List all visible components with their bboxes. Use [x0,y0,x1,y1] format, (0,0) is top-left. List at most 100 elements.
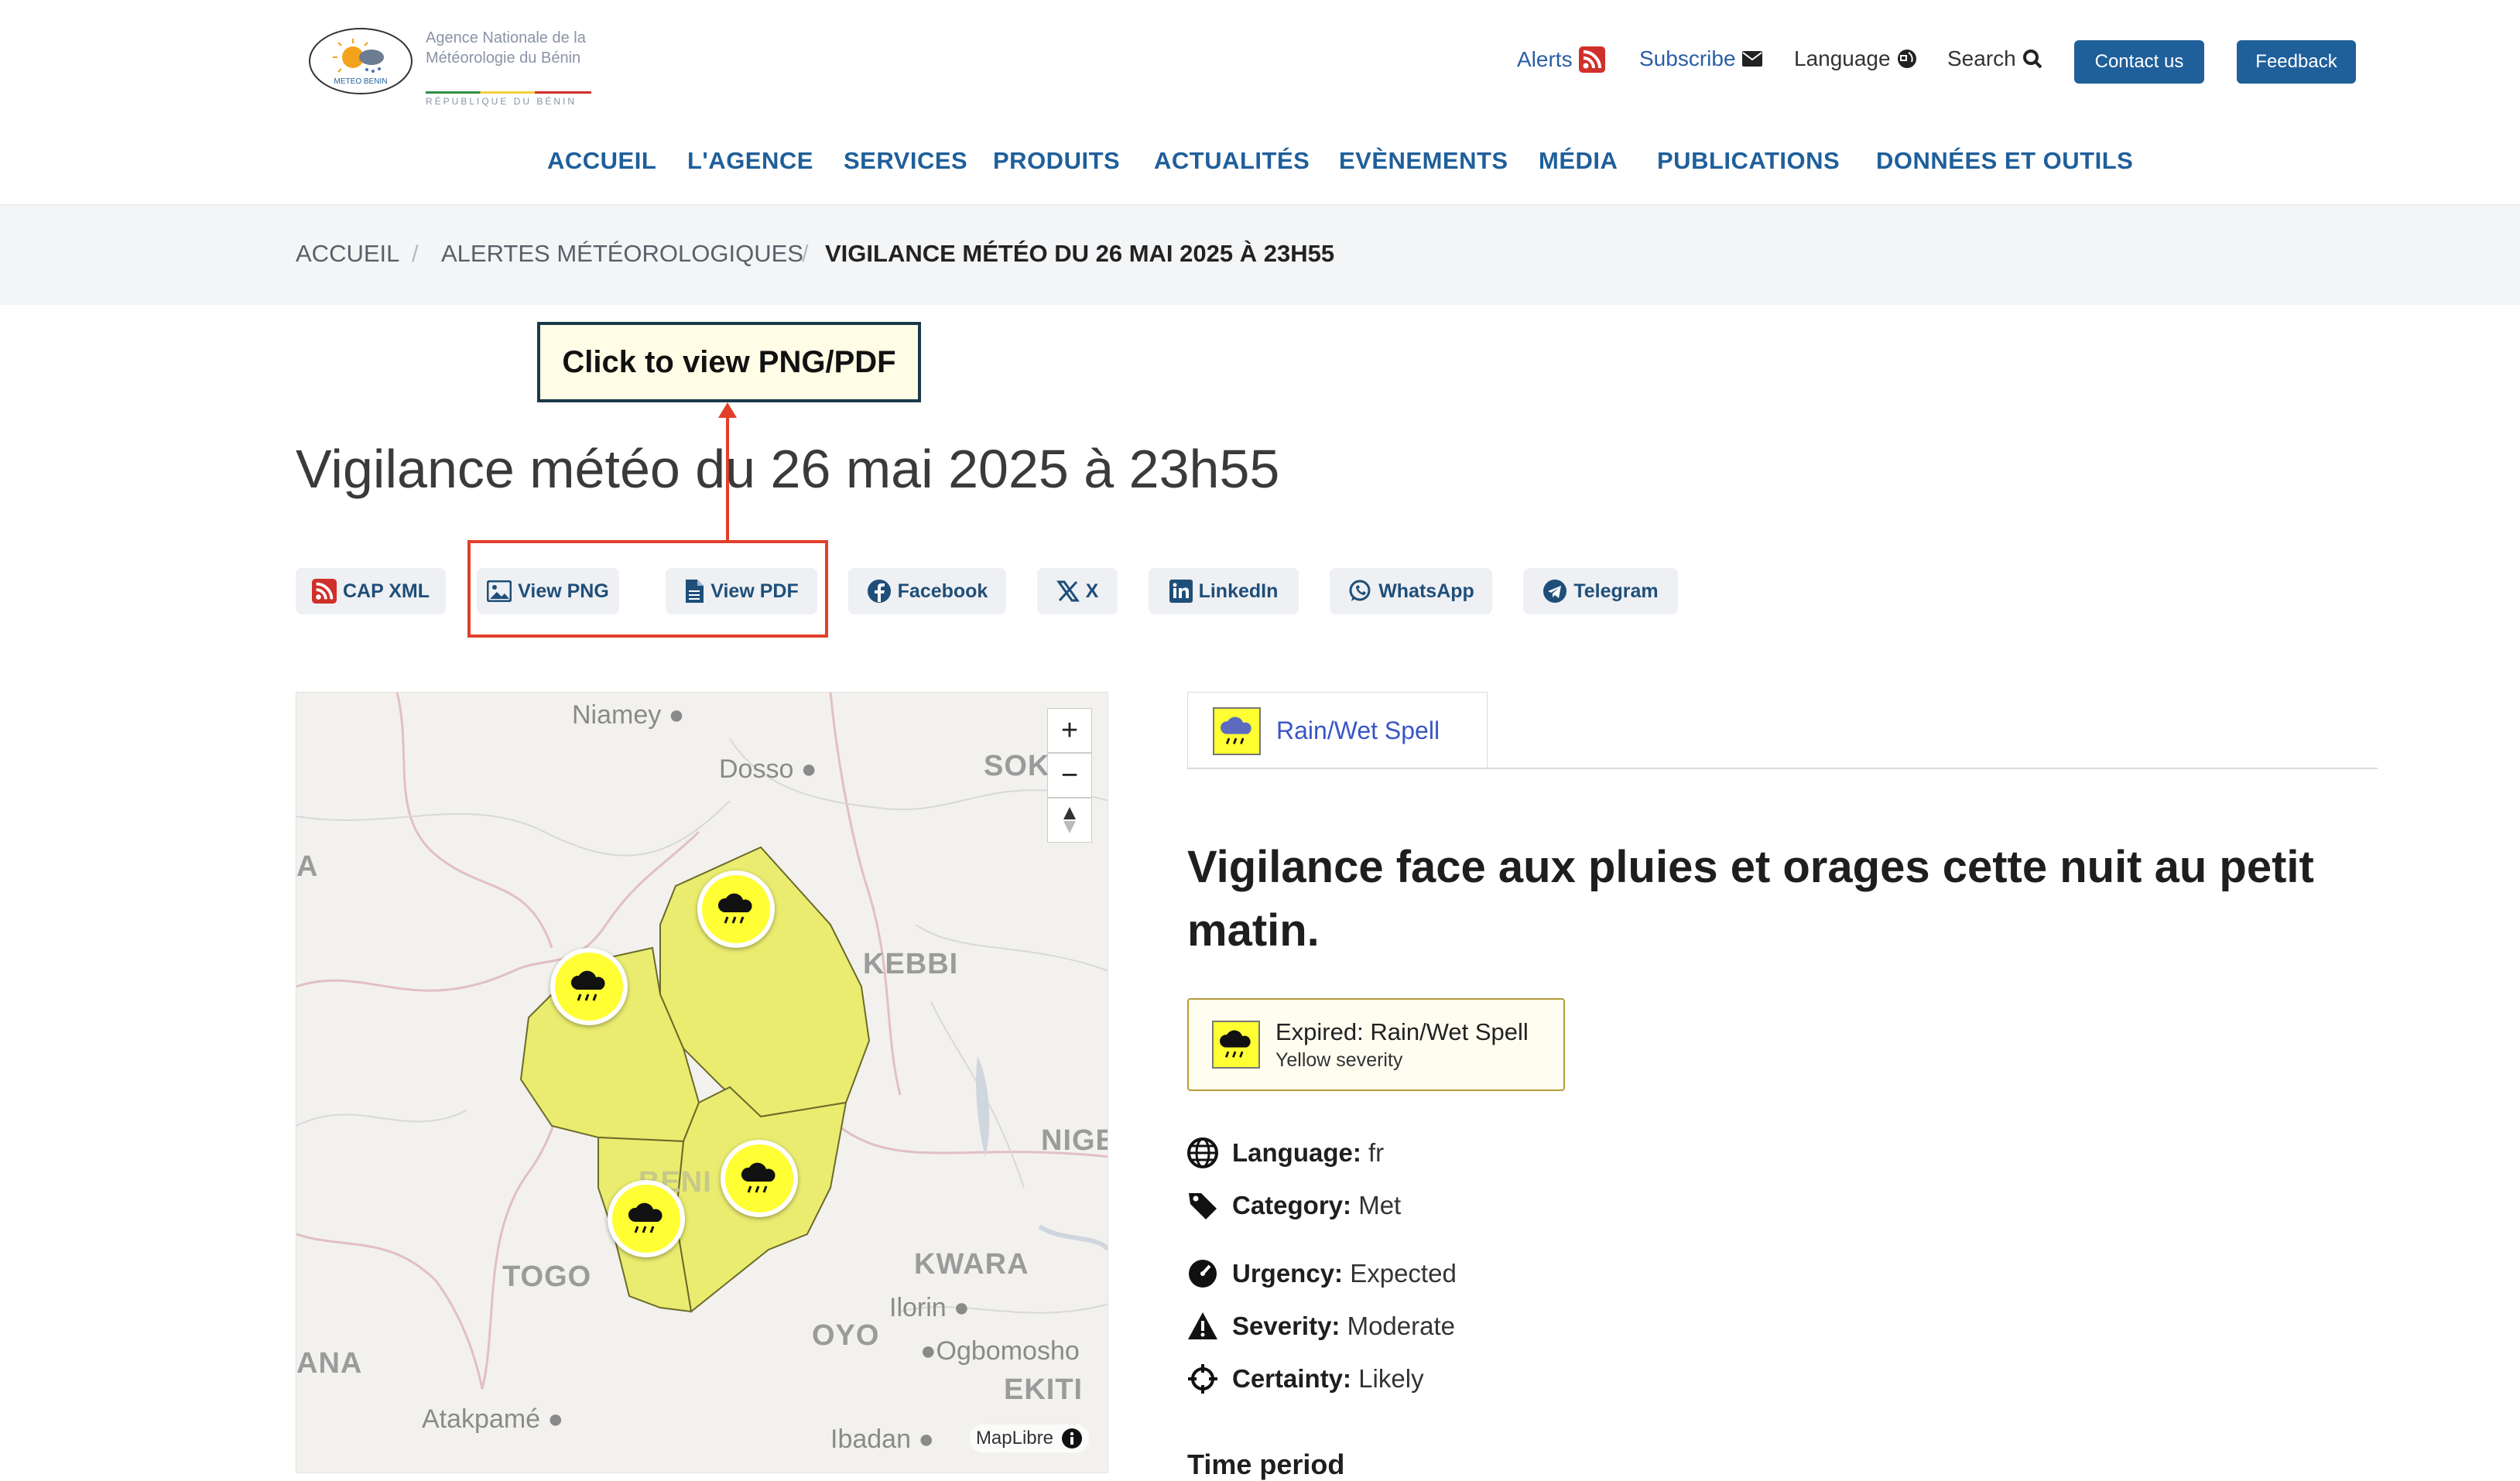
map-label-niger: NIGE [1041,1124,1108,1157]
facebook-icon [867,580,891,603]
telegram-share-button[interactable]: Telegram [1523,568,1678,614]
rss-feed-icon [1578,46,1605,73]
x-logo-icon [1056,580,1080,602]
site-logo[interactable]: METEO BENIN Agence Nationale de la Météo… [303,26,597,107]
tag-icon [1189,1193,1217,1219]
alert-marker[interactable] [550,948,628,1025]
whatsapp-icon [1349,580,1371,601]
property-certainty: Certainty: Likely [1187,1363,1424,1394]
breadcrumb-separator: / [802,240,809,267]
org-name: Agence Nationale de la Météorologie du B… [426,28,596,68]
view-png-button[interactable]: View PNG [477,568,619,614]
map-label-oyo: OYO [812,1319,880,1352]
nav-services[interactable]: SERVICES [844,147,967,175]
cap-xml-label: CAP XML [342,580,430,602]
view-pdf-button[interactable]: View PDF [666,568,817,614]
subscribe-link[interactable]: Subscribe [1639,46,1762,71]
linkedin-label: LinkedIn [1198,580,1279,602]
nav-evenements[interactable]: EVÈNEMENTS [1339,147,1508,175]
map-label-kwara: KWARA [914,1248,1029,1281]
tab-rain-wet-spell[interactable]: Rain/Wet Spell [1187,692,1488,769]
file-icon [686,580,704,603]
nav-media[interactable]: MÉDIA [1539,147,1618,175]
map-label-ogbomosho: ●Ogbomosho [920,1336,1080,1366]
zoom-out-button[interactable]: − [1047,753,1092,798]
telegram-icon [1543,580,1567,603]
rain-cloud-icon [570,970,605,1001]
whatsapp-share-button[interactable]: WhatsApp [1330,568,1492,614]
view-png-pdf-callout: Click to view PNG/PDF [537,322,921,402]
map-label-ibadan: Ibadan ● [830,1425,934,1454]
feedback-button[interactable]: Feedback [2237,40,2356,84]
zoom-in-button[interactable]: + [1047,708,1092,753]
nav-agence[interactable]: L'AGENCE [687,147,813,175]
language-link-label: Language [1794,46,1891,70]
search-link[interactable]: Search [1947,46,2042,71]
map-label-togo: TOGO [502,1260,592,1293]
breadcrumb-separator: / [412,240,419,267]
facebook-share-button[interactable]: Facebook [848,568,1006,614]
nav-actualites[interactable]: ACTUALITÉS [1154,147,1310,175]
republic-label: RÉPUBLIQUE DU BÉNIN [426,96,577,107]
map-label-kebbi: KEBBI [863,948,959,980]
alert-headline: Vigilance face aux pluies et orages cett… [1187,842,2314,956]
x-share-button[interactable]: X [1037,568,1118,614]
compass-icon [1063,807,1076,833]
globe-icon [1897,50,1916,68]
org-name-line1: Agence Nationale de la [426,29,586,46]
map-label-ana: ANA [296,1347,363,1380]
breadcrumb-home[interactable]: ACCUEIL [296,240,399,268]
map-attribution[interactable]: MapLibre [969,1425,1089,1452]
map-label-ilorin: Ilorin ● [889,1293,970,1322]
info-icon [1062,1428,1082,1449]
page-title: Vigilance météo du 26 mai 2025 à 23h55 [296,439,1280,499]
x-label: X [1085,580,1099,602]
map-label-ekiti: EKITI [1004,1373,1084,1406]
attribution-label: MapLibre [975,1428,1053,1449]
image-icon [487,580,512,602]
whatsapp-label: WhatsApp [1378,580,1474,602]
contact-us-button[interactable]: Contact us [2074,40,2204,84]
map-label-niamey: Niamey ● [572,700,685,730]
envelope-icon [1741,51,1762,67]
cap-xml-button[interactable]: CAP XML [296,568,446,614]
gauge-icon [1189,1260,1217,1288]
compass-button[interactable] [1047,798,1092,843]
nav-accueil[interactable]: ACCUEIL [547,147,656,175]
linkedin-share-button[interactable]: LinkedIn [1149,568,1299,614]
map-label-atakpame: Atakpamé ● [422,1404,564,1434]
alert-map[interactable]: Niamey ● Dosso ● SOK O A KEBBI NIGE BENI… [296,692,1108,1473]
property-language: Language: fr [1187,1137,1384,1168]
property-urgency: Urgency: Expected [1187,1258,1457,1289]
alerts-link[interactable]: Alerts [1517,46,1605,73]
rain-cloud-icon [1213,706,1261,755]
language-link[interactable]: Language [1794,46,1917,71]
globe-icon [1187,1137,1218,1168]
badge-title: Expired: Rain/Wet Spell [1275,1018,1529,1045]
alert-marker[interactable] [697,870,775,948]
facebook-label: Facebook [897,580,988,602]
rain-cloud-icon [717,893,752,924]
rss-feed-icon [311,579,337,604]
badge-subtitle: Yellow severity [1275,1048,1403,1071]
warning-icon [1188,1312,1217,1339]
status-badge: Expired: Rain/Wet Spell Yellow severity [1187,998,1565,1091]
nav-publications[interactable]: PUBLICATIONS [1657,147,1840,175]
alert-marker[interactable] [721,1140,798,1217]
breadcrumb-section[interactable]: ALERTES MÉTÉOROLOGIQUES [441,240,803,268]
tab-label: Rain/Wet Spell [1276,717,1440,744]
tab-divider [1187,768,2378,769]
rain-cloud-icon [741,1162,776,1193]
nav-donnees-et-outils[interactable]: DONNÉES ET OUTILS [1876,147,2133,175]
alert-marker[interactable] [608,1180,685,1257]
telegram-label: Telegram [1573,580,1659,602]
view-pdf-label: View PDF [710,580,799,602]
property-severity: Severity: Moderate [1187,1311,1455,1342]
flag-stripe [426,91,591,94]
search-icon [2022,50,2042,69]
meteo-benin-logo-icon: METEO BENIN [309,28,413,94]
subscribe-link-label: Subscribe [1639,46,1736,70]
view-png-label: View PNG [518,580,609,602]
nav-produits[interactable]: PRODUITS [993,147,1120,175]
breadcrumb-current: VIGILANCE MÉTÉO DU 26 MAI 2025 À 23H55 [825,240,1335,267]
